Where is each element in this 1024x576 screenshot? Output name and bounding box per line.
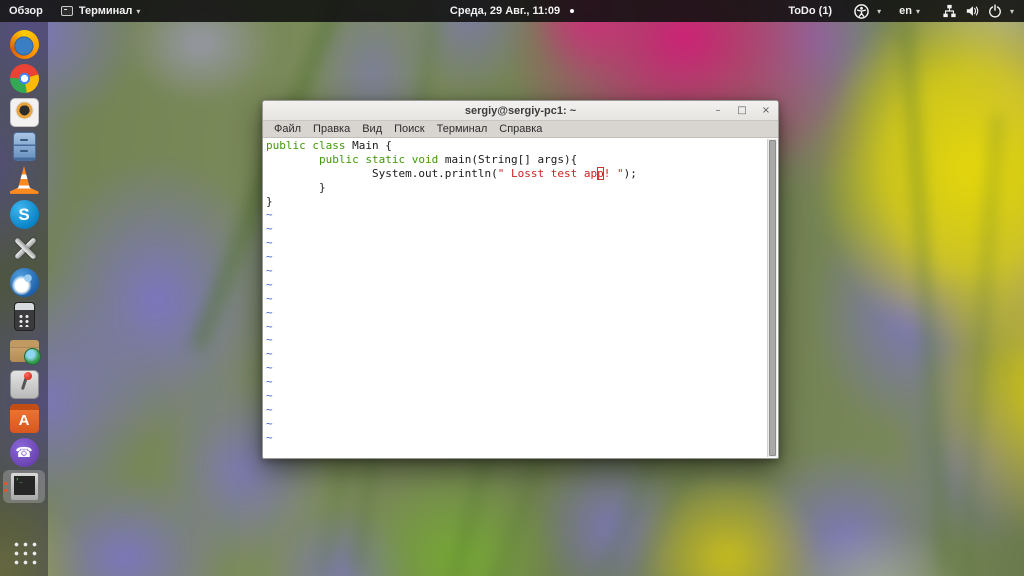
thunderbird-icon [9, 268, 39, 297]
activities-button[interactable]: Обзор [0, 0, 52, 22]
terminal-menubar: Файл Правка Вид Поиск Терминал Справка [263, 121, 778, 138]
dock-item-firefox[interactable] [3, 28, 45, 61]
clock-menu[interactable]: Среда, 29 Авг., 11:09 [441, 5, 583, 17]
empty-line: ~ [266, 333, 273, 347]
minimize-button[interactable]: – [712, 105, 724, 116]
menu-item-1[interactable]: Правка [307, 123, 356, 135]
menu-item-5[interactable]: Справка [493, 123, 548, 135]
empty-line: ~ [266, 319, 273, 333]
empty-line: ~ [266, 375, 273, 389]
window-title: sergiy@sergiy-pc1: ~ [464, 104, 577, 117]
empty-line: ~ [266, 305, 273, 319]
empty-line: ~ [266, 222, 273, 236]
chevron-down-icon: ▾ [877, 6, 882, 16]
scrollbar-thumb[interactable] [769, 140, 776, 456]
status-file-info: "Main.java" [Новый] 5L, 109C записано [306, 456, 551, 457]
system-menu[interactable]: ▾ [929, 0, 1024, 22]
close-button[interactable]: × [760, 105, 772, 116]
todo-label: ToDo (1) [788, 5, 833, 17]
empty-line: ~ [266, 236, 273, 250]
dock-item-chrome[interactable] [3, 62, 45, 95]
empty-line: ~ [266, 416, 273, 430]
scrollbar[interactable] [767, 139, 777, 457]
empty-line: ~ [266, 389, 273, 403]
dock: S A ☎ [0, 22, 48, 576]
code-line: } [266, 194, 273, 208]
notification-dot-icon [570, 9, 575, 13]
flower-stem [902, 24, 950, 574]
media-box-icon [9, 98, 39, 127]
code-line: } [266, 180, 326, 194]
terminal-icon [9, 472, 39, 501]
window-titlebar[interactable]: sergiy@sergiy-pc1: ~ – □ × [263, 101, 778, 121]
todo-indicator[interactable]: ToDo (1) [779, 0, 841, 22]
dock-item-package-globe[interactable] [3, 334, 45, 367]
firefox-icon [9, 30, 39, 59]
chevron-down-icon: ▾ [136, 6, 141, 16]
keyboard-layout-label: en [899, 5, 912, 17]
file-cabinet-icon [12, 132, 36, 161]
empty-line: ~ [266, 250, 273, 264]
terminal-app-icon [60, 6, 73, 16]
dock-item-vlc-cone[interactable] [3, 164, 45, 197]
running-indicator-dots [4, 481, 7, 492]
dock-item-tools[interactable] [3, 232, 45, 265]
menu-item-2[interactable]: Вид [356, 123, 388, 135]
dock-item-toolbox-a[interactable]: A [3, 402, 45, 435]
chrome-icon [9, 64, 39, 93]
menu-item-0[interactable]: Файл [268, 123, 307, 135]
empty-line: ~ [266, 291, 273, 305]
dock-item-media-box[interactable] [3, 96, 45, 129]
dock-item-lever[interactable] [3, 368, 45, 401]
app-menu[interactable]: Терминал ▾ [52, 0, 150, 22]
menu-item-4[interactable]: Терминал [431, 123, 494, 135]
empty-line: ~ [266, 264, 273, 278]
activities-label: Обзор [9, 5, 43, 17]
code-line: public class Main { [266, 139, 392, 152]
keyboard-layout-menu[interactable]: en ▾ [890, 0, 929, 22]
tools-icon [10, 234, 39, 263]
empty-line: ~ [266, 402, 273, 416]
empty-line: ~ [266, 361, 273, 375]
dock-item-thunderbird[interactable] [3, 266, 45, 299]
show-applications-button[interactable] [3, 535, 45, 568]
calculator-icon [13, 302, 35, 331]
empty-line: ~ [266, 208, 273, 222]
toolbox-a-icon: A [9, 404, 39, 433]
vim-cursor: p [597, 166, 604, 180]
accessibility-icon [854, 3, 869, 19]
top-bar: Обзор Терминал ▾ Среда, 29 Авг., 11:09 T… [0, 0, 1024, 22]
chevron-down-icon: ▾ [1009, 6, 1014, 16]
flower-stem [961, 114, 1001, 576]
vim-statusline: "Main.java" [Новый] 5L, 109C записано 3,… [264, 442, 765, 457]
skype-icon: S [9, 200, 39, 229]
dock-item-calculator[interactable] [3, 300, 45, 333]
power-icon [989, 4, 1001, 18]
dock-item-skype[interactable]: S [3, 198, 45, 231]
dock-item-file-cabinet[interactable] [3, 130, 45, 163]
clock-label: Среда, 29 Авг., 11:09 [449, 5, 561, 17]
network-wired-icon [943, 4, 956, 18]
dock-item-terminal[interactable] [3, 470, 45, 503]
code-line: System.out.println(" Losst test app! "); [266, 166, 637, 180]
empty-line: ~ [266, 347, 273, 361]
vim-editor[interactable]: public class Main { public static void m… [264, 139, 777, 457]
viber-icon: ☎ [9, 438, 39, 467]
accessibility-menu[interactable]: ▾ [841, 0, 890, 22]
volume-icon [966, 6, 979, 16]
code-line: public static void main(String[] args){ [318, 152, 578, 166]
empty-line: ~ [266, 277, 273, 291]
menu-item-3[interactable]: Поиск [388, 123, 430, 135]
chevron-down-icon: ▾ [915, 6, 920, 16]
show-applications-grid-icon [11, 538, 37, 565]
maximize-button[interactable]: □ [736, 105, 748, 116]
vlc-cone-icon [9, 166, 39, 194]
terminal-window: sergiy@sergiy-pc1: ~ – □ × Файл Правка Вид… [262, 100, 779, 459]
code-area: public class Main { public static void m… [264, 139, 777, 445]
lever-icon [9, 370, 39, 399]
dock-item-viber[interactable]: ☎ [3, 436, 45, 469]
app-menu-label: Терминал [78, 5, 133, 17]
package-globe-icon [9, 339, 41, 365]
